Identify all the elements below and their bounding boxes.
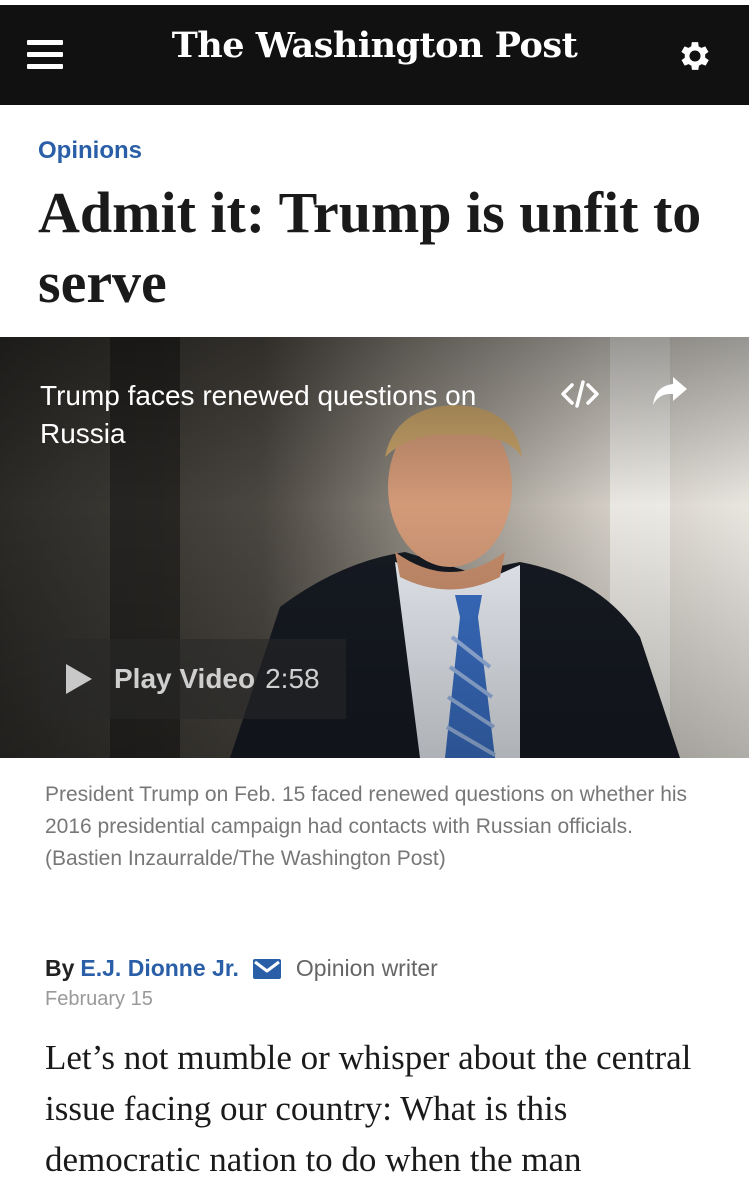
- top-bar: The Washington Post: [0, 5, 749, 105]
- play-video-label: Play Video: [114, 663, 256, 694]
- video-title: Trump faces renewed questions on Russia: [40, 380, 477, 449]
- byline: By E.J. Dionne Jr. Opinion writer: [45, 955, 438, 982]
- section-label[interactable]: Opinions: [38, 137, 142, 165]
- masthead-logo[interactable]: The Washington Post: [0, 25, 749, 66]
- article-headline: Admit it: Trump is unfit to serve: [38, 180, 702, 315]
- publish-date: February 15: [45, 988, 153, 1010]
- author-link[interactable]: E.J. Dionne Jr.: [80, 955, 239, 982]
- mail-icon[interactable]: [252, 958, 281, 979]
- embed-icon[interactable]: [560, 379, 600, 409]
- video-player[interactable]: Trump faces renewed questions on Russia …: [0, 337, 749, 758]
- video-caption: President Trump on Feb. 15 faced renewed…: [45, 783, 688, 870]
- video-duration: 2:58: [265, 663, 320, 694]
- share-icon[interactable]: [651, 375, 689, 407]
- article-body: Let’s not mumble or whisper about the ce…: [45, 1038, 692, 1179]
- play-icon: [66, 664, 92, 694]
- byline-prefix: By: [45, 955, 75, 981]
- gear-icon[interactable]: [676, 37, 714, 75]
- author-role: Opinion writer: [295, 955, 438, 981]
- play-video-button[interactable]: Play Video 2:58: [40, 639, 346, 719]
